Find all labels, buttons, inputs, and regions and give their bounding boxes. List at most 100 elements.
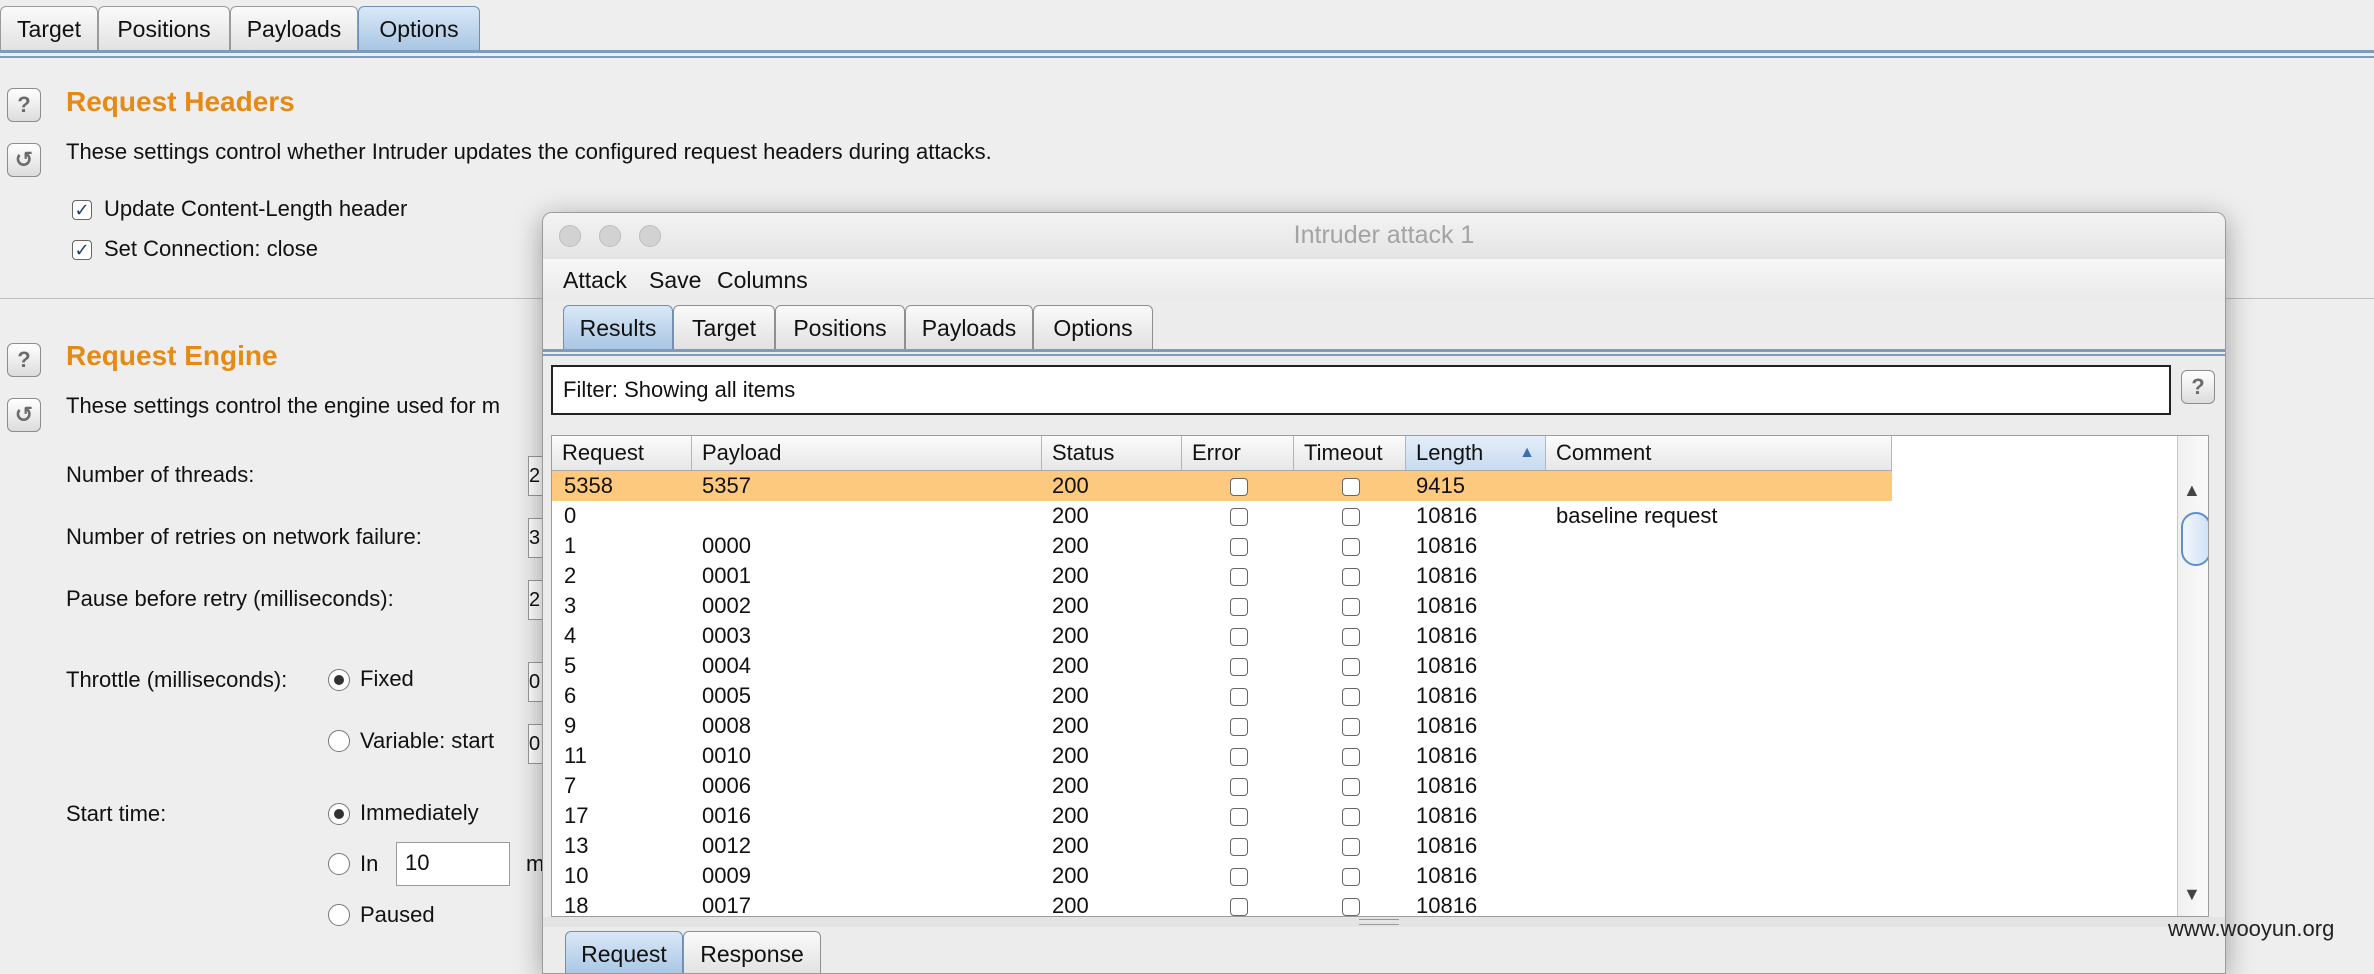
request-cell: 17 — [564, 803, 589, 828]
column-timeout[interactable]: Timeout — [1294, 436, 1406, 470]
timeout-checkbox[interactable] — [1342, 838, 1360, 856]
length-cell: 10816 — [1416, 503, 1478, 528]
pane-splitter[interactable] — [543, 917, 2225, 927]
set-connection-close-checkbox[interactable]: ✓ — [72, 240, 92, 260]
tab-target[interactable]: Target — [0, 6, 98, 50]
length-cell: 10816 — [1416, 623, 1478, 648]
vertical-scrollbar[interactable]: ▲ ▼ — [2177, 436, 2208, 916]
timeout-checkbox[interactable] — [1342, 718, 1360, 736]
error-checkbox[interactable] — [1230, 628, 1248, 646]
table-row[interactable]: 3 0002 200 10816 — [552, 591, 1892, 621]
error-checkbox[interactable] — [1230, 598, 1248, 616]
column-payload[interactable]: Payload — [692, 436, 1042, 470]
tab-options[interactable]: Options — [1033, 305, 1153, 349]
filter-bar[interactable]: Filter: Showing all items — [551, 365, 2171, 415]
table-row[interactable]: 5358 5357 200 9415 — [552, 471, 1892, 501]
timeout-checkbox[interactable] — [1342, 808, 1360, 826]
table-row[interactable]: 6 0005 200 10816 — [552, 681, 1892, 711]
table-row[interactable]: 11 0010 200 10816 — [552, 741, 1892, 771]
reset-icon[interactable]: ↺ — [7, 398, 41, 432]
timeout-checkbox[interactable] — [1342, 748, 1360, 766]
tab-response[interactable]: Response — [683, 931, 821, 973]
tab-request[interactable]: Request — [565, 931, 683, 973]
pause-input[interactable]: 2 — [528, 580, 543, 620]
timeout-checkbox[interactable] — [1342, 898, 1360, 916]
tab-positions[interactable]: Positions — [98, 6, 230, 50]
request-headers-description: These settings control whether Intruder … — [66, 139, 992, 164]
throttle-fixed-radio[interactable] — [328, 669, 350, 691]
retries-input[interactable]: 3 — [528, 518, 543, 558]
table-row[interactable]: 17 0016 200 10816 — [552, 801, 1892, 831]
timeout-checkbox[interactable] — [1342, 628, 1360, 646]
error-checkbox[interactable] — [1230, 808, 1248, 826]
splitter-grip-icon[interactable] — [1359, 919, 1399, 925]
table-row[interactable]: 13 0012 200 10816 — [552, 831, 1892, 861]
tab-payloads[interactable]: Payloads — [905, 305, 1033, 349]
error-checkbox[interactable] — [1230, 748, 1248, 766]
error-checkbox[interactable] — [1230, 838, 1248, 856]
error-checkbox[interactable] — [1230, 568, 1248, 586]
throttle-input[interactable]: 0 — [528, 662, 543, 702]
variable-start-input[interactable]: 0 — [528, 724, 543, 764]
tab-results[interactable]: Results — [563, 305, 673, 349]
error-checkbox[interactable] — [1230, 688, 1248, 706]
tab-options[interactable]: Options — [358, 6, 480, 50]
table-row[interactable]: 0 200 10816 baseline request — [552, 501, 1892, 531]
menu-attack[interactable]: Attack — [563, 267, 627, 294]
filter-help-icon[interactable]: ? — [2181, 370, 2215, 404]
start-in-radio[interactable] — [328, 853, 350, 875]
table-row[interactable]: 5 0004 200 10816 — [552, 651, 1892, 681]
table-row[interactable]: 18 0017 200 10816 — [552, 891, 1892, 916]
table-row[interactable]: 7 0006 200 10816 — [552, 771, 1892, 801]
error-checkbox[interactable] — [1230, 658, 1248, 676]
table-row[interactable]: 2 0001 200 10816 — [552, 561, 1892, 591]
timeout-checkbox[interactable] — [1342, 598, 1360, 616]
table-row[interactable]: 10 0009 200 10816 — [552, 861, 1892, 891]
timeout-checkbox[interactable] — [1342, 688, 1360, 706]
request-cell: 3 — [564, 593, 577, 618]
tab-positions[interactable]: Positions — [775, 305, 905, 349]
help-icon[interactable]: ? — [7, 88, 41, 122]
start-paused-label: Paused — [360, 902, 435, 927]
column-status[interactable]: Status — [1042, 436, 1182, 470]
timeout-checkbox[interactable] — [1342, 568, 1360, 586]
help-icon[interactable]: ? — [7, 343, 41, 377]
scroll-down-icon[interactable]: ▼ — [2183, 884, 2201, 905]
table-row[interactable]: 4 0003 200 10816 — [552, 621, 1892, 651]
timeout-checkbox[interactable] — [1342, 778, 1360, 796]
tab-target[interactable]: Target — [673, 305, 775, 349]
status-cell: 200 — [1052, 653, 1089, 678]
menu-columns[interactable]: Columns — [717, 267, 808, 294]
length-cell: 10816 — [1416, 683, 1478, 708]
threads-input[interactable]: 2 — [528, 456, 543, 496]
scroll-thumb[interactable] — [2181, 512, 2208, 566]
start-in-input[interactable]: 10 — [396, 842, 510, 886]
error-checkbox[interactable] — [1230, 478, 1248, 496]
start-paused-radio[interactable] — [328, 904, 350, 926]
tab-payloads[interactable]: Payloads — [230, 6, 358, 50]
scroll-up-icon[interactable]: ▲ — [2183, 480, 2201, 501]
menu-save[interactable]: Save — [649, 267, 701, 294]
column-comment[interactable]: Comment — [1546, 436, 1892, 470]
table-row[interactable]: 1 0000 200 10816 — [552, 531, 1892, 561]
status-cell: 200 — [1052, 593, 1089, 618]
column-request[interactable]: Request — [552, 436, 692, 470]
error-checkbox[interactable] — [1230, 778, 1248, 796]
timeout-checkbox[interactable] — [1342, 508, 1360, 526]
update-content-length-checkbox[interactable]: ✓ — [72, 200, 92, 220]
error-checkbox[interactable] — [1230, 898, 1248, 916]
start-immediately-radio[interactable] — [328, 803, 350, 825]
timeout-checkbox[interactable] — [1342, 478, 1360, 496]
timeout-checkbox[interactable] — [1342, 538, 1360, 556]
table-row[interactable]: 9 0008 200 10816 — [552, 711, 1892, 741]
reset-icon[interactable]: ↺ — [7, 143, 41, 177]
timeout-checkbox[interactable] — [1342, 868, 1360, 886]
column-error[interactable]: Error — [1182, 436, 1294, 470]
timeout-checkbox[interactable] — [1342, 658, 1360, 676]
throttle-variable-radio[interactable] — [328, 730, 350, 752]
error-checkbox[interactable] — [1230, 508, 1248, 526]
error-checkbox[interactable] — [1230, 868, 1248, 886]
error-checkbox[interactable] — [1230, 538, 1248, 556]
error-checkbox[interactable] — [1230, 718, 1248, 736]
column-length[interactable]: Length ▲ — [1406, 436, 1546, 470]
